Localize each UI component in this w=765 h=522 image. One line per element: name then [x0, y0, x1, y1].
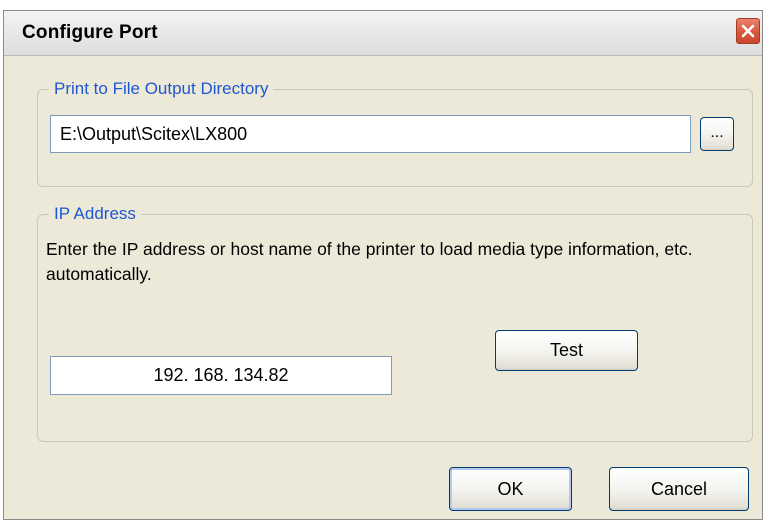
output-directory-legend: Print to File Output Directory: [49, 78, 274, 100]
ip-address-input[interactable]: 192. 168. 134.82: [50, 356, 392, 395]
ip-address-legend: IP Address: [49, 203, 141, 225]
test-button[interactable]: Test: [495, 330, 638, 371]
browse-button[interactable]: ...: [700, 117, 734, 151]
close-button[interactable]: [736, 18, 760, 44]
configure-port-dialog: Configure Port Print to File Output Dire…: [3, 10, 763, 520]
output-directory-input[interactable]: E:\Output\Scitex\LX800: [50, 115, 691, 153]
ok-button[interactable]: OK: [449, 467, 572, 511]
window-title: Configure Port: [22, 22, 158, 43]
cancel-button[interactable]: Cancel: [609, 467, 749, 511]
output-directory-group: Print to File Output Directory E:\Output…: [37, 78, 753, 187]
ip-address-group: IP Address Enter the IP address or host …: [37, 203, 753, 442]
ip-instructions-text: Enter the IP address or host name of the…: [46, 239, 693, 284]
title-bar[interactable]: Configure Port: [4, 11, 762, 56]
